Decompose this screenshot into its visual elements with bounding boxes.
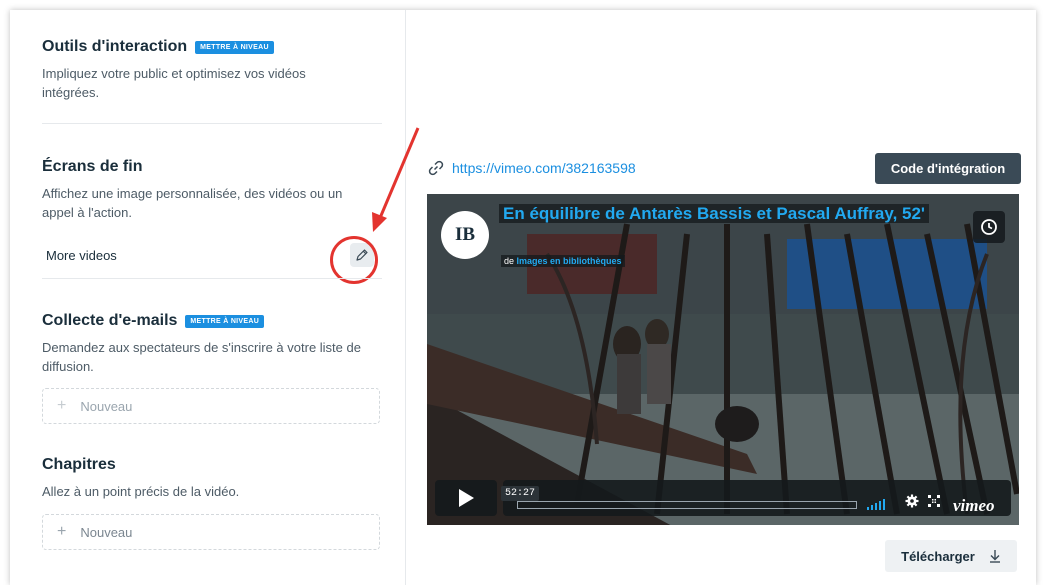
- email-capture-new-button[interactable]: + Nouveau: [42, 388, 380, 424]
- end-screens-description: Affichez une image personnalisée, des vi…: [42, 186, 343, 220]
- new-label: Nouveau: [80, 398, 133, 414]
- email-capture-header: Collecte d'e-mails METTRE À NIVEAU: [42, 312, 382, 330]
- interaction-tools-description: Impliquez votre public et optimisez vos …: [42, 66, 306, 100]
- volume-bar: [875, 503, 877, 510]
- video-url-link[interactable]: https://vimeo.com/382163598: [452, 160, 636, 176]
- upgrade-badge[interactable]: METTRE À NIVEAU: [195, 40, 274, 54]
- interaction-tools-title: Outils d'interaction: [42, 38, 188, 55]
- plus-icon: +: [57, 397, 67, 414]
- download-label: Télécharger: [901, 548, 975, 564]
- play-icon: [459, 489, 474, 507]
- end-screens-section: Écrans de fin Affichez une image personn…: [42, 158, 382, 222]
- channel-logo[interactable]: IB: [441, 211, 489, 259]
- new-label: Nouveau: [80, 524, 133, 540]
- share-link-row: https://vimeo.com/382163598: [428, 160, 636, 176]
- volume-button[interactable]: [867, 499, 885, 510]
- chapters-section: Chapitres Allez à un point précis de la …: [42, 456, 382, 501]
- download-button[interactable]: Télécharger: [885, 540, 1017, 572]
- settings-window: Outils d'interaction METTRE À NIVEAU Imp…: [10, 10, 1036, 585]
- volume-bar: [879, 501, 881, 510]
- video-title-text: En équilibre de Antarès Bassis et Pascal…: [499, 204, 929, 223]
- end-screens-title: Écrans de fin: [42, 158, 143, 175]
- video-byline: de Images en bibliothèques: [501, 255, 625, 267]
- channel-link[interactable]: Images en bibliothèques: [517, 256, 622, 266]
- channel-logo-text: IB: [454, 224, 476, 245]
- video-title[interactable]: En équilibre de Antarès Bassis et Pascal…: [499, 204, 969, 224]
- timecode: 52:27: [501, 486, 540, 501]
- fullscreen-icon[interactable]: [927, 494, 941, 508]
- settings-gear-icon[interactable]: [905, 494, 919, 508]
- divider: [42, 123, 382, 124]
- embed-code-button[interactable]: Code d'intégration: [875, 153, 1021, 184]
- clock-icon: [981, 219, 997, 235]
- annotation-circle: [330, 236, 378, 284]
- progress-bar[interactable]: [517, 501, 857, 509]
- volume-bar: [871, 505, 873, 510]
- divider: [42, 278, 382, 279]
- video-frame-image: [427, 194, 1019, 525]
- video-player[interactable]: IB En équilibre de Antarès Bassis et Pas…: [427, 194, 1019, 525]
- vimeo-logo-link[interactable]: vimeo: [953, 496, 995, 516]
- chapters-new-button[interactable]: + Nouveau: [42, 514, 380, 550]
- play-button[interactable]: [435, 480, 497, 516]
- email-capture-section: Collecte d'e-mails METTRE À NIVEAU Deman…: [42, 312, 382, 376]
- watch-later-button[interactable]: [973, 211, 1005, 243]
- interaction-tools-header: Outils d'interaction METTRE À NIVEAU: [42, 38, 382, 56]
- volume-bar: [883, 499, 885, 510]
- byline-prefix: de: [504, 256, 515, 266]
- volume-bar: [867, 507, 869, 510]
- interaction-tools-section: Outils d'interaction METTRE À NIVEAU Imp…: [42, 38, 382, 102]
- link-icon: [428, 160, 444, 176]
- upgrade-badge[interactable]: METTRE À NIVEAU: [185, 314, 265, 328]
- end-screen-value: More videos: [46, 247, 117, 263]
- email-capture-description: Demandez aux spectateurs de s'inscrire à…: [42, 340, 361, 374]
- chapters-title: Chapitres: [42, 456, 116, 473]
- chapters-description: Allez à un point précis de la vidéo.: [42, 484, 240, 499]
- interaction-panel: Outils d'interaction METTRE À NIVEAU Imp…: [10, 10, 406, 585]
- email-capture-title: Collecte d'e-mails: [42, 312, 178, 329]
- plus-icon: +: [57, 523, 67, 540]
- download-icon: [989, 550, 1000, 563]
